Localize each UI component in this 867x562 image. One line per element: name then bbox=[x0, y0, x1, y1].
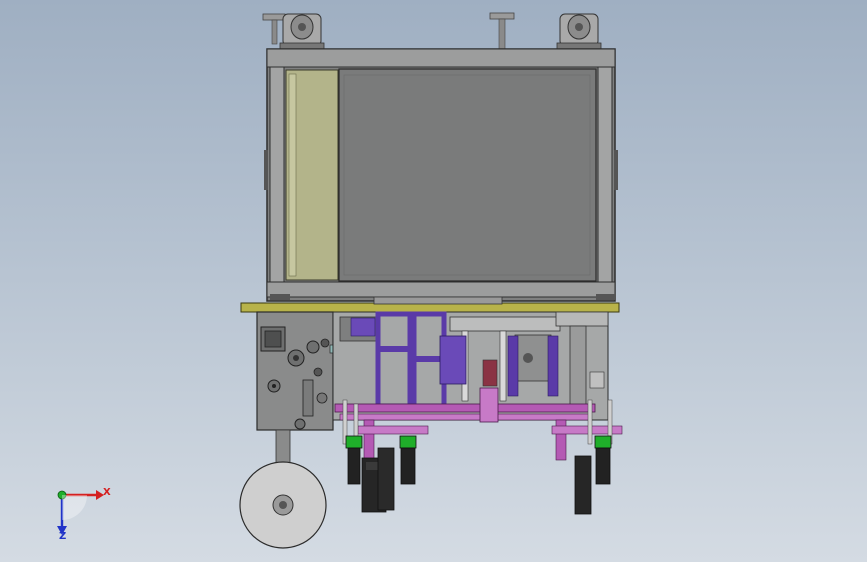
top-caster-left bbox=[262, 13, 325, 51]
coordinate-triad bbox=[57, 490, 104, 535]
top-leveling-foot-center bbox=[489, 12, 515, 50]
actuator-left-inner-2 bbox=[377, 447, 395, 511]
z-axis-label: Z bbox=[59, 531, 67, 542]
top-caster-right bbox=[556, 13, 602, 51]
upper-cabinet bbox=[264, 48, 618, 302]
actuator-left-outer bbox=[345, 435, 363, 485]
actuator-right-inner bbox=[574, 455, 592, 515]
drive-wheel bbox=[239, 429, 327, 549]
triad-plane-xz bbox=[62, 495, 87, 520]
x-axis-label: X bbox=[103, 487, 111, 498]
actuator-right-outer bbox=[594, 435, 612, 485]
machine-model-view[interactable] bbox=[0, 0, 867, 562]
actuator-left-inner-3 bbox=[399, 435, 417, 485]
cad-viewport[interactable]: X Z bbox=[0, 0, 867, 562]
